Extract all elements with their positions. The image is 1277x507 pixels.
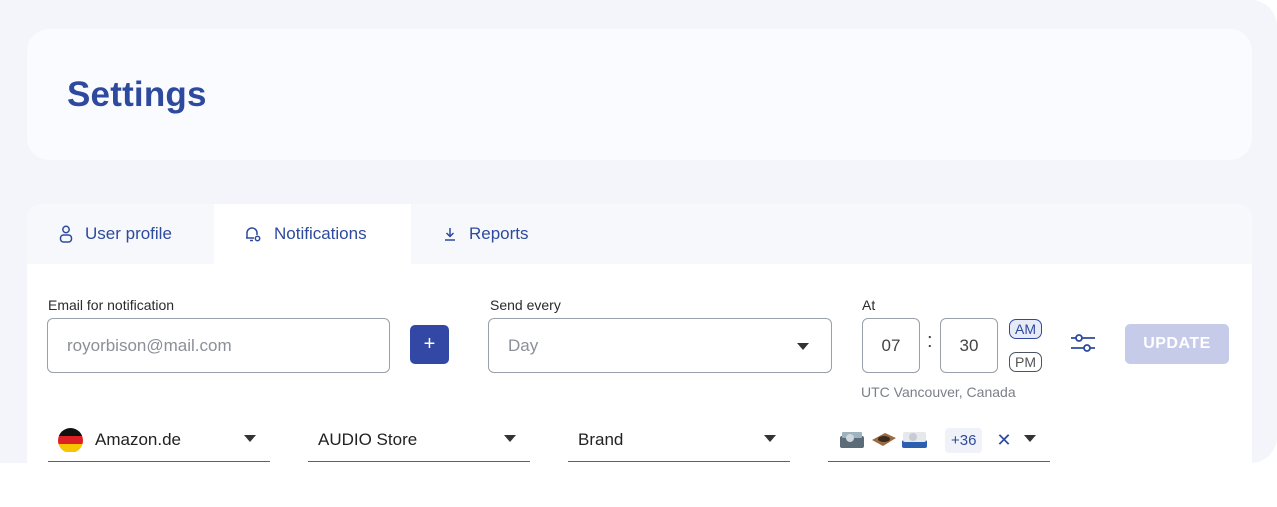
product-thumbnail-turntable-icon	[840, 432, 864, 448]
store-value: AUDIO Store	[318, 430, 418, 449]
notifications-panel: Email for notification royorbison@mail.c…	[27, 264, 1252, 463]
user-icon	[59, 225, 73, 243]
filter-sliders-icon[interactable]	[1070, 332, 1096, 354]
am-toggle[interactable]: AM	[1009, 319, 1042, 339]
tab-label: User profile	[85, 224, 172, 243]
minute-input[interactable]: 30	[940, 318, 998, 373]
email-label: Email for notification	[48, 297, 175, 313]
send-every-select[interactable]: Day	[488, 318, 832, 373]
add-email-button[interactable]: +	[410, 325, 449, 364]
time-separator: :	[927, 330, 933, 352]
timezone-text: UTC Vancouver, Canada	[861, 384, 1016, 400]
hour-input[interactable]: 07	[862, 318, 920, 373]
download-icon	[445, 228, 455, 241]
pm-toggle[interactable]: PM	[1009, 352, 1042, 372]
send-every-label: Send every	[490, 297, 561, 313]
chevron-down-icon	[244, 435, 256, 442]
product-thumbnail-blue-turntable-icon	[902, 432, 927, 448]
store-dropdown[interactable]: AUDIO Store	[308, 419, 530, 462]
more-products-badge: +36	[945, 427, 983, 453]
tab-notifications[interactable]: Notifications	[214, 204, 411, 264]
at-label: At	[862, 297, 876, 313]
tab-label: Notifications	[274, 224, 367, 243]
tab-label: Reports	[469, 224, 529, 243]
page-title: Settings	[67, 75, 207, 114]
chevron-down-icon	[797, 343, 809, 350]
clear-selection-icon[interactable]: ✕	[996, 430, 1011, 451]
product-thumbnail-wooden-turntable-icon	[872, 433, 896, 446]
chevron-down-icon	[504, 435, 516, 442]
tab-reports[interactable]: Reports	[443, 204, 529, 264]
email-field[interactable]: royorbison@mail.com	[47, 318, 390, 373]
bell-gear-icon	[246, 227, 261, 242]
products-dropdown[interactable]: +36 ✕	[828, 419, 1050, 462]
tab-bar: User profile Notifications Reports	[27, 204, 1252, 264]
marketplace-value: Amazon.de	[95, 430, 181, 449]
brand-value: Brand	[578, 430, 624, 449]
send-every-value: Day	[508, 335, 539, 355]
chevron-down-icon	[1024, 435, 1036, 442]
tab-user-profile[interactable]: User profile	[59, 204, 172, 264]
update-button[interactable]: UPDATE	[1125, 324, 1229, 364]
brand-dropdown[interactable]: Brand	[568, 419, 790, 462]
germany-flag-icon	[58, 427, 83, 453]
header-card: Settings	[27, 29, 1252, 160]
chevron-down-icon	[764, 435, 776, 442]
marketplace-dropdown[interactable]: Amazon.de	[48, 419, 270, 462]
